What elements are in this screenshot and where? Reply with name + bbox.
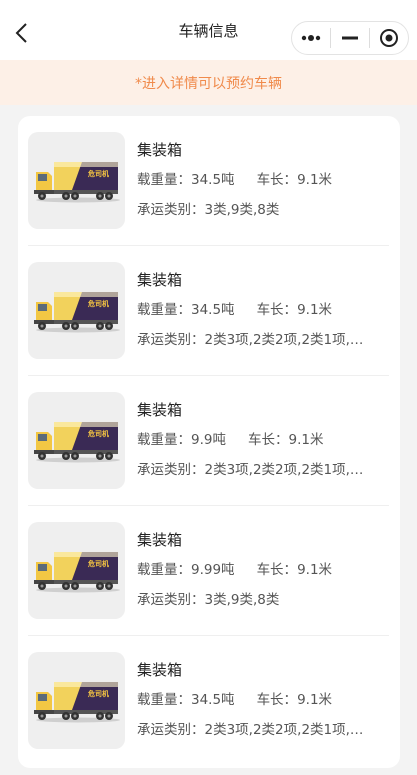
- truck-icon: 危司机: [34, 292, 120, 333]
- weight-label: 载重量：: [137, 302, 191, 318]
- length-label: 车长：: [247, 432, 289, 448]
- truck-icon: 危司机: [34, 162, 120, 203]
- length-label: 车长：: [256, 692, 298, 708]
- vehicle-info: 集装箱 载重量：34.5吨 车长：9.1米 承运类别：3类,9类,8类: [137, 140, 389, 220]
- weight-label: 载重量：: [137, 692, 191, 708]
- cargo-value: 2类3项,2类2项,2类1项,…: [204, 332, 364, 348]
- weight-value: 34.5吨: [191, 692, 235, 708]
- weight-label: 载重量：: [137, 172, 191, 188]
- vehicle-type: 集装箱: [137, 661, 183, 679]
- weight-value: 34.5吨: [191, 172, 235, 188]
- vehicle-specs: 载重量：9.9吨 车长：9.1米: [137, 430, 389, 450]
- vehicle-type: 集装箱: [137, 271, 183, 289]
- cargo-label: 承运类别：: [137, 592, 205, 608]
- cargo-label: 承运类别：: [137, 722, 205, 738]
- vehicle-type: 集装箱: [137, 401, 183, 419]
- vehicle-info: 集装箱 载重量：34.5吨 车长：9.1米 承运类别：2类3项,2类2项,2类1项…: [137, 660, 389, 740]
- vehicle-list-item[interactable]: 危司机 集装箱 载重量：34.5吨 车长：9.1米 承运类别：3类,9类,8类: [28, 116, 389, 246]
- vehicle-info: 集装箱 载重量：9.9吨 车长：9.1米 承运类别：2类3项,2类2项,2类1项,…: [137, 400, 389, 480]
- cargo-categories: 承运类别：2类3项,2类2项,2类1项,…: [137, 460, 389, 480]
- length-value: 9.1米: [288, 432, 324, 448]
- brand-logo-text: 危司机: [87, 689, 109, 698]
- cargo-label: 承运类别：: [137, 462, 205, 478]
- vehicle-list-item[interactable]: 危司机 集装箱 载重量：9.99吨 车长：9.1米 承运类别：3类,9类,8类: [28, 506, 389, 636]
- notice-banner: *进入详情可以预约车辆: [0, 60, 417, 105]
- brand-logo-text: 危司机: [87, 299, 109, 308]
- minimize-button[interactable]: [331, 22, 369, 54]
- mini-program-capsule: [291, 21, 409, 55]
- length-label: 车长：: [256, 302, 298, 318]
- cargo-categories: 承运类别：2类3项,2类2项,2类1项,…: [137, 720, 389, 740]
- truck-icon: 危司机: [34, 422, 120, 463]
- weight-label: 载重量：: [137, 432, 191, 448]
- vehicle-thumbnail: 危司机: [28, 392, 125, 489]
- weight-value: 9.9吨: [191, 432, 226, 448]
- vehicle-thumbnail: 危司机: [28, 522, 125, 619]
- vehicle-type: 集装箱: [137, 141, 183, 159]
- weight-label: 载重量：: [137, 562, 191, 578]
- length-value: 9.1米: [297, 692, 333, 708]
- back-arrow-icon[interactable]: [12, 22, 34, 44]
- cargo-value: 3类,9类,8类: [204, 202, 280, 218]
- vehicle-list-item[interactable]: 危司机 集装箱 载重量：9.9吨 车长：9.1米 承运类别：2类3项,2类2项,2…: [28, 376, 389, 506]
- cargo-categories: 承运类别：2类3项,2类2项,2类1项,…: [137, 330, 389, 350]
- vehicle-list: 危司机 集装箱 载重量：34.5吨车长：9.1米 承运类别：3类,9类,8类: [18, 116, 400, 768]
- target-close-icon: [380, 29, 398, 47]
- vehicle-thumbnail: 危司机: [28, 652, 125, 749]
- more-dots-icon: [301, 35, 321, 41]
- brand-logo-text: 危司机: [87, 429, 109, 438]
- cargo-label: 承运类别：: [137, 202, 205, 218]
- vehicle-specs: 载重量：34.5吨 车长：9.1米: [137, 300, 389, 320]
- length-value: 9.1米: [297, 302, 333, 318]
- cargo-value: 2类3项,2类2项,2类1项,…: [204, 462, 364, 478]
- vehicle-info: 集装箱 载重量：9.99吨 车长：9.1米 承运类别：3类,9类,8类: [137, 530, 389, 610]
- minimize-icon: [342, 36, 358, 40]
- close-program-button[interactable]: [370, 22, 408, 54]
- navigation-bar: 车辆信息: [0, 0, 417, 60]
- vehicle-list-item[interactable]: 危司机 集装箱 载重量：34.5吨 车长：9.1米 承运类别：2类3项,2类2项,…: [28, 636, 389, 766]
- length-label: 车长：: [256, 172, 298, 188]
- brand-logo-text: 危司机: [87, 559, 109, 568]
- vehicle-thumbnail: 危司机: [28, 262, 125, 359]
- cargo-value: 3类,9类,8类: [204, 592, 280, 608]
- vehicle-type: 集装箱: [137, 531, 183, 549]
- weight-value: 9.99吨: [191, 562, 235, 578]
- vehicle-specs: 载重量：9.99吨 车长：9.1米: [137, 560, 389, 580]
- length-label: 车长：: [256, 562, 298, 578]
- cargo-categories: 承运类别：3类,9类,8类: [137, 590, 389, 610]
- length-value: 9.1米: [297, 562, 333, 578]
- truck-icon: 危司机: [34, 682, 120, 723]
- truck-icon: 危司机: [34, 552, 120, 593]
- vehicle-specs: 载重量：34.5吨 车长：9.1米: [137, 690, 389, 710]
- vehicle-info: 集装箱 载重量：34.5吨 车长：9.1米 承运类别：2类3项,2类2项,2类1项…: [137, 270, 389, 350]
- vehicle-thumbnail: 危司机: [28, 132, 125, 229]
- page-title: 车辆信息: [178, 21, 239, 40]
- length-value: 9.1米: [297, 172, 333, 188]
- cargo-value: 2类3项,2类2项,2类1项,…: [204, 722, 364, 738]
- weight-value: 34.5吨: [191, 302, 235, 318]
- vehicle-list-item[interactable]: 危司机 集装箱 载重量：34.5吨 车长：9.1米 承运类别：2类3项,2类2项,…: [28, 246, 389, 376]
- cargo-label: 承运类别：: [137, 332, 205, 348]
- cargo-categories: 承运类别：3类,9类,8类: [137, 200, 389, 220]
- more-menu-button[interactable]: [292, 22, 330, 54]
- brand-logo-text: 危司机: [87, 169, 109, 178]
- vehicle-specs: 载重量：34.5吨 车长：9.1米: [137, 170, 389, 190]
